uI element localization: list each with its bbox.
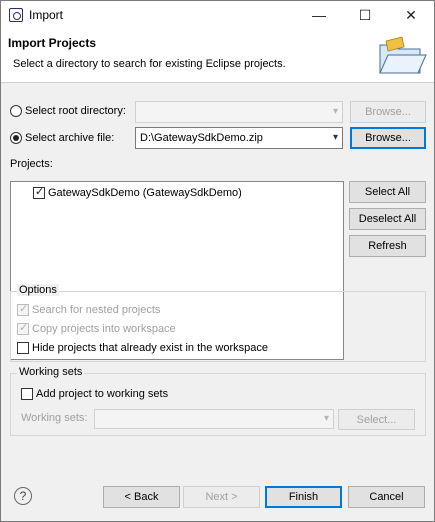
working-sets-combo[interactable]: ▾ — [94, 409, 334, 429]
project-checkbox[interactable]: ✓ — [33, 186, 45, 199]
maximize-button[interactable]: ☐ — [342, 1, 388, 29]
page-description: Select a directory to search for existin… — [13, 58, 286, 70]
folder-icon — [379, 36, 427, 74]
browse-archive-button[interactable]: Browse... — [350, 127, 426, 149]
search-nested-option[interactable]: ✓ Search for nested projects — [17, 303, 161, 316]
finish-button[interactable]: Finish — [265, 486, 342, 508]
project-label: GatewaySdkDemo (GatewaySdkDemo) — [48, 187, 242, 199]
import-dialog: Import — ☐ ✕ Import Projects Select a di… — [0, 0, 435, 522]
projects-label: Projects: — [10, 158, 53, 170]
working-sets-title: Working sets — [17, 366, 85, 378]
add-to-working-sets-label: Add project to working sets — [36, 388, 169, 400]
help-icon[interactable]: ? — [14, 487, 32, 505]
chevron-down-icon: ▾ — [332, 132, 338, 143]
archive-file-radio[interactable] — [10, 132, 22, 144]
wizard-header: Import Projects Select a directory to se… — [1, 29, 434, 83]
add-to-working-sets-option[interactable]: Add project to working sets — [21, 388, 168, 400]
copy-into-workspace-option[interactable]: ✓ Copy projects into workspace — [17, 322, 176, 335]
hide-existing-option[interactable]: Hide projects that already exist in the … — [17, 342, 268, 354]
select-all-button[interactable]: Select All — [349, 181, 426, 203]
list-item[interactable]: ✓ GatewaySdkDemo (GatewaySdkDemo) — [33, 186, 242, 199]
root-directory-combo[interactable]: ▾ — [135, 101, 343, 123]
title-bar: Import — ☐ ✕ — [1, 1, 434, 29]
select-working-sets-button[interactable]: Select... — [338, 409, 415, 430]
hide-existing-label: Hide projects that already exist in the … — [32, 342, 269, 354]
refresh-button[interactable]: Refresh — [349, 235, 426, 257]
options-title: Options — [17, 284, 59, 296]
archive-file-label: Select archive file: — [25, 132, 115, 144]
eclipse-app-icon — [9, 8, 23, 22]
hide-existing-checkbox[interactable] — [17, 342, 29, 354]
options-group: Options ✓ Search for nested projects ✓ C… — [10, 284, 426, 362]
archive-file-value: D:\GatewaySdkDemo.zip — [140, 132, 263, 144]
back-button[interactable]: < Back — [103, 486, 180, 508]
copy-into-workspace-label: Copy projects into workspace — [32, 323, 176, 335]
deselect-all-button[interactable]: Deselect All — [349, 208, 426, 230]
working-sets-label: Working sets: — [21, 412, 88, 424]
next-button[interactable]: Next > — [183, 486, 260, 508]
root-directory-label: Select root directory: — [25, 105, 126, 117]
minimize-button[interactable]: — — [296, 1, 342, 29]
root-directory-option[interactable]: Select root directory: — [10, 105, 126, 117]
archive-file-combo[interactable]: D:\GatewaySdkDemo.zip ▾ — [135, 127, 343, 149]
wizard-body: Select root directory: ▾ Browse... Selec… — [1, 84, 434, 521]
cancel-button[interactable]: Cancel — [348, 486, 425, 508]
window-title: Import — [29, 8, 64, 22]
archive-file-option[interactable]: Select archive file: — [10, 132, 114, 144]
browse-root-button[interactable]: Browse... — [350, 101, 426, 123]
close-button[interactable]: ✕ — [388, 1, 434, 29]
chevron-down-icon: ▾ — [332, 106, 338, 117]
copy-into-workspace-checkbox[interactable]: ✓ — [17, 322, 29, 335]
search-nested-checkbox[interactable]: ✓ — [17, 303, 29, 316]
page-title: Import Projects — [8, 36, 97, 50]
chevron-down-icon: ▾ — [323, 413, 329, 424]
working-sets-group: Working sets Add project to working sets… — [10, 366, 426, 436]
root-directory-radio[interactable] — [10, 105, 22, 117]
search-nested-label: Search for nested projects — [32, 304, 161, 316]
add-to-working-sets-checkbox[interactable] — [21, 388, 33, 400]
